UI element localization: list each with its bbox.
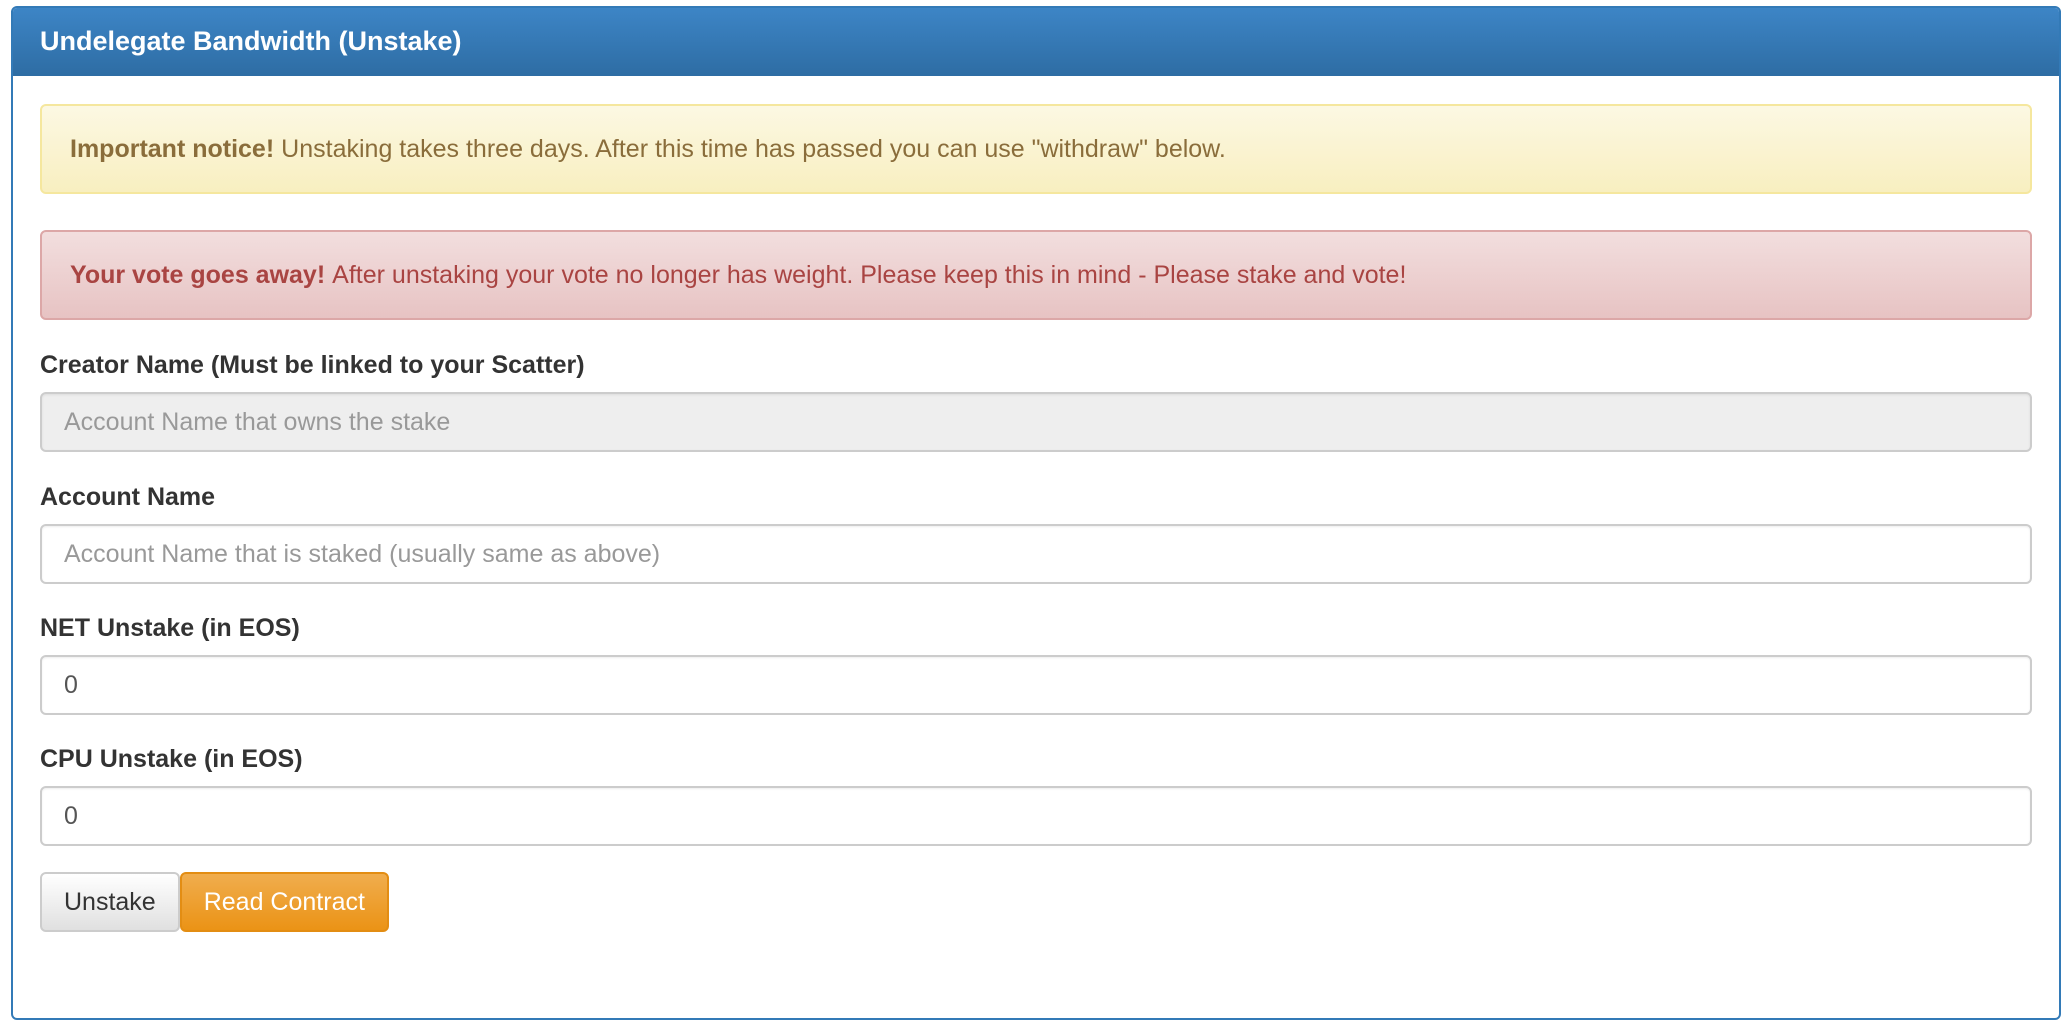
- net-unstake-label: NET Unstake (in EOS): [40, 614, 300, 642]
- creator-name-group: Creator Name (Must be linked to your Sca…: [40, 351, 2032, 452]
- net-unstake-input[interactable]: [40, 655, 2032, 715]
- cpu-unstake-group: CPU Unstake (in EOS): [40, 745, 2032, 846]
- alert-text: After unstaking your vote no longer has …: [332, 260, 1407, 289]
- cpu-unstake-input[interactable]: [40, 786, 2032, 846]
- alert-message: Your vote goes away! After unstaking your…: [70, 261, 1406, 290]
- account-name-group: Account Name: [40, 483, 2032, 584]
- alert-strong-text: Important notice!: [70, 134, 275, 163]
- panel-heading: Undelegate Bandwidth (Unstake): [13, 8, 2059, 76]
- account-name-label: Account Name: [40, 483, 216, 511]
- important-notice-alert: Important notice! Unstaking takes three d…: [40, 104, 2032, 194]
- vote-warning-alert: Your vote goes away! After unstaking your…: [40, 230, 2032, 320]
- panel-title: Undelegate Bandwidth (Unstake): [40, 26, 462, 56]
- read-contract-button[interactable]: Read Contract: [179, 872, 389, 932]
- creator-name-input[interactable]: [40, 392, 2032, 452]
- alert-text: Unstaking takes three days. After this t…: [281, 134, 1226, 163]
- cpu-unstake-label: CPU Unstake (in EOS): [40, 745, 303, 773]
- net-unstake-group: NET Unstake (in EOS): [40, 614, 2032, 715]
- alert-strong-text: Your vote goes away!: [70, 260, 326, 289]
- account-name-input[interactable]: [40, 524, 2032, 584]
- creator-name-label: Creator Name (Must be linked to your Sca…: [40, 351, 585, 379]
- panel-body: Important notice! Unstaking takes three d…: [13, 76, 2059, 932]
- action-buttons: Unstake Read Contract: [40, 872, 2032, 932]
- unstake-panel: Undelegate Bandwidth (Unstake) Important…: [11, 6, 2061, 1020]
- alert-message: Important notice! Unstaking takes three d…: [70, 135, 1226, 164]
- unstake-button[interactable]: Unstake: [40, 872, 180, 932]
